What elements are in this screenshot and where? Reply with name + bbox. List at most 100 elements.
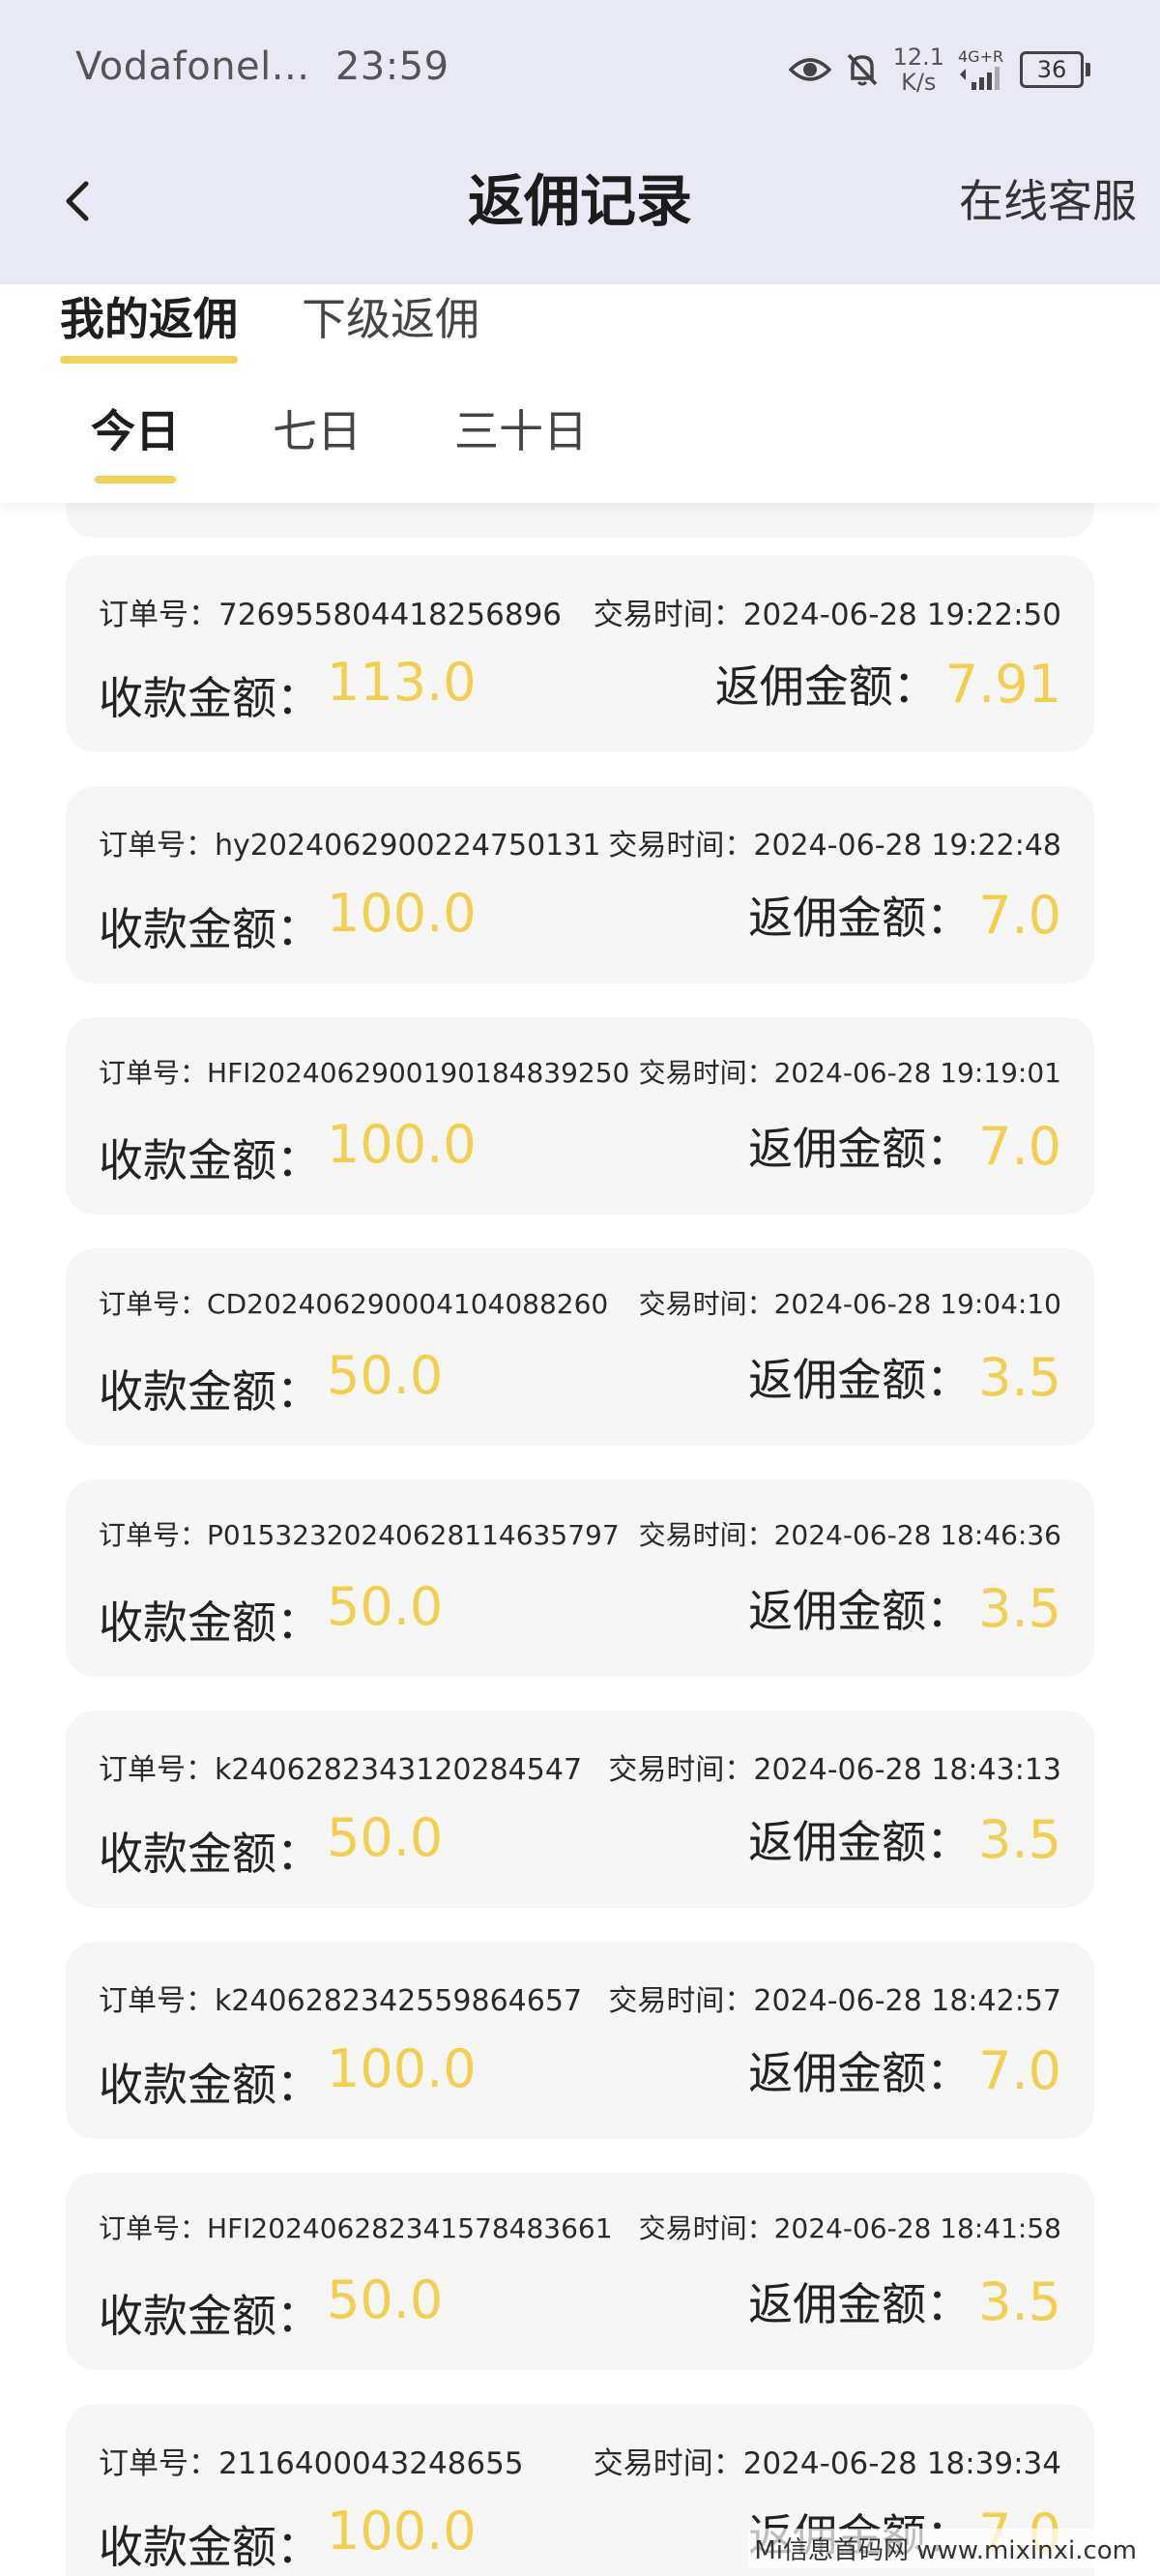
status-bar: Vodafonel... 23:59 12.1 K/s 4G+R 36 [0,0,1160,143]
time-value: 2024-06-28 18:39:34 [742,2446,1061,2481]
rebate-label: 返佣金额： [748,1816,972,1868]
amount-label: 收款金额： [99,2521,321,2573]
tab-active-indicator [60,356,238,364]
order-value: k2406282342559864657 [215,1984,583,2018]
network-type: 4G+R [958,47,1004,66]
time-prefix: 交易时间： [608,1753,754,1787]
amount-label: 收款金额： [99,903,321,955]
list-item[interactable]: 订单号：726955804418256896 交易时间：2024-06-28 19… [66,555,1094,752]
rebate-group: 返佣金额： 3.5 [748,1576,1061,1640]
trade-time: 交易时间：2024-06-28 18:43:13 [608,1745,1061,1788]
net-speed: 12.1 K/s [893,44,944,95]
net-speed-unit: K/s [901,69,937,96]
order-value: HFI20240628234157848366​1 [207,2212,613,2244]
amount-value: 50.0 [327,1807,444,1868]
trade-time: 交易时间：2024-06-28 19:22:50 [594,590,1061,633]
list-item[interactable]: 订单号：k2406282342559864657 交易时间：2024-06-28 … [66,1942,1094,2139]
list-item[interactable]: 订单号：CD20240629000410408826​0 交易时间：2024-06… [66,1248,1094,1446]
tab-my-rebate[interactable]: 我的返佣 [60,284,238,369]
time-value: 2024-06-28 18:41:58 [773,2212,1061,2244]
order-number: 订单号：CD20240629000410408826​0 [99,1283,608,1322]
time-value: 2024-06-28 18:43:13 [753,1753,1061,1787]
battery-cap [1086,63,1090,76]
amount-label: 收款金额： [99,1365,321,1418]
tab-active-indicator [95,476,176,483]
time-prefix: 交易时间： [638,2212,774,2244]
order-value: 726955804418256896 [218,598,563,632]
trade-time: 交易时间：2024-06-28 18:42:57 [608,1976,1061,2019]
tab-thirty-days-label: 三十日 [454,405,588,457]
rebate-label: 返佣金额： [748,1123,972,1175]
order-value: P015323202406281146357​97 [207,1519,620,1551]
time-value: 2024-06-28 18:42:57 [753,1984,1061,2018]
order-value: CD20240629000410408826​0 [207,1288,609,1320]
tab-sub-rebate[interactable]: 下级返佣 [302,284,479,369]
rebate-value: 7.0 [978,1116,1061,1177]
rebate-label: 返佣金额： [748,2047,972,2099]
time-prefix: 交易时间： [593,598,743,632]
tab-today-label: 今日 [91,405,180,457]
rebate-value: 3.5 [978,1809,1061,1870]
order-number: 订单号：726955804418256896 [99,590,562,633]
rebate-group: 返佣金额： 3.5 [748,1807,1061,1871]
order-value: HFI2024062900190184839250 [207,1057,630,1089]
order-number: 订单号：2116400043248655 [99,2439,524,2482]
rebate-value: 7.91 [944,654,1061,715]
rebate-list[interactable]: 订单号：726955804418256896 交易时间：2024-06-28 19… [0,464,1160,2576]
rebate-group: 返佣金额： 7.91 [715,652,1061,716]
rebate-group: 返佣金额： 3.5 [748,1345,1061,1409]
order-number: 订单号：HFI20240628234157848366​1 [99,2208,613,2246]
order-prefix: 订单号： [99,2446,218,2481]
amount-value: 113.0 [327,652,477,713]
time-value: 2024-06-28 19:19:01 [773,1057,1061,1089]
list-item[interactable]: 订单号：P015323202406281146357​97 交易时间：2024-0… [66,1479,1094,1677]
page: Vodafonel... 23:59 12.1 K/s 4G+R 36 返佣记录… [0,0,1160,2576]
online-service-link[interactable]: 在线客服 [959,162,1137,240]
order-prefix: 订单号： [99,1519,208,1551]
time-value: 2024-06-28 19:22:50 [742,598,1061,632]
rebate-label: 返佣金额： [748,2278,972,2330]
trade-time: 交易时间：2024-06-28 19:22:48 [608,821,1061,864]
order-number: 订单号：k2406282342559864657 [99,1976,582,2019]
order-prefix: 订单号： [99,1753,215,1787]
amount-label: 收款金额： [99,2290,321,2342]
time-prefix: 交易时间： [593,2446,743,2481]
rebate-label: 返佣金额： [714,660,938,713]
time-prefix: 交易时间： [638,1057,774,1089]
header-band: Vodafonel... 23:59 12.1 K/s 4G+R 36 返佣记录… [0,0,1160,284]
amount-value: 100.0 [327,883,477,944]
amount-value: 50.0 [327,1345,444,1406]
tab-seven-days[interactable]: 七日 [273,396,362,483]
amount-label: 收款金额： [99,1828,321,1880]
time-prefix: 交易时间： [608,829,754,863]
order-value: k2406282343120284547 [215,1753,583,1787]
trade-time: 交易时间：2024-06-28 18:46:36 [639,1514,1061,1553]
amount-label: 收款金额： [99,1596,321,1649]
tab-today[interactable]: 今日 [91,396,180,483]
rebate-group: 返佣金额： 3.5 [748,2269,1061,2333]
order-number: 订单号：HFI2024062900190184839250 [99,1052,629,1091]
status-icons: 12.1 K/s 4G+R 36 [788,43,1090,97]
amount-value: 100.0 [327,2038,477,2099]
time-value: 2024-06-28 19:04:10 [773,1288,1061,1320]
rebate-value: 7.0 [978,2040,1061,2101]
amount-label: 收款金额： [99,672,321,724]
tab-thirty-days[interactable]: 三十日 [454,396,588,483]
amount-label: 收款金额： [99,2059,321,2111]
list-item[interactable]: 订单号：k2406282343120284547 交易时间：2024-06-28 … [66,1711,1094,1908]
order-value: hy2024062900224750131 [215,829,601,863]
trade-time: 交易时间：2024-06-28 18:39:34 [594,2439,1061,2482]
signal-icon: 4G+R [958,49,1006,90]
order-value: 2116400043248655 [218,2446,524,2481]
time-value: 2024-06-28 18:46:36 [773,1519,1061,1551]
list-item[interactable]: 订单号：hy2024062900224750131 交易时间：2024-06-28… [66,786,1094,983]
order-prefix: 订单号： [99,1057,208,1089]
tab-my-rebate-label: 我的返佣 [60,293,238,345]
clock-time: 23:59 [334,44,450,89]
order-prefix: 订单号： [99,829,215,863]
time-prefix: 交易时间： [638,1519,774,1551]
list-item[interactable]: 订单号：HFI20240628234157848366​1 交易时间：2024-0… [66,2173,1094,2370]
list-item[interactable]: 订单号：HFI2024062900190184839250 交易时间：2024-0… [66,1017,1094,1215]
time-prefix: 交易时间： [608,1984,754,2018]
rebate-value: 3.5 [978,1578,1061,1639]
